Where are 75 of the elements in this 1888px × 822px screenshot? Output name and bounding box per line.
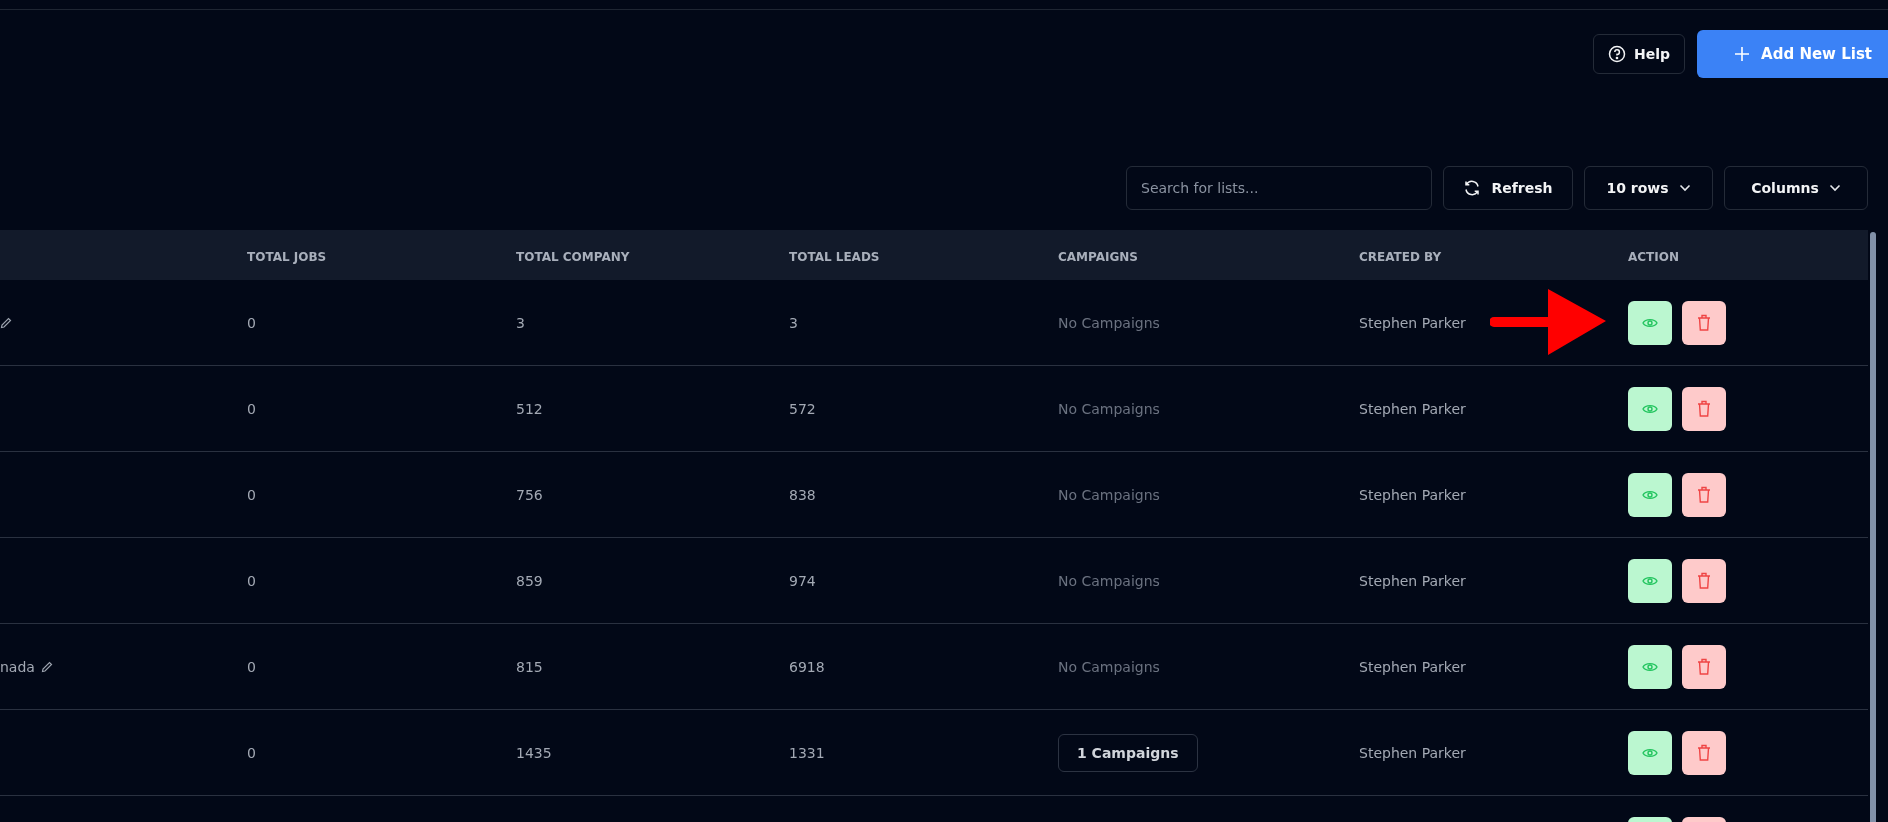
table-cell: 0 <box>247 658 256 675</box>
plus-icon <box>1735 47 1750 61</box>
table-cell: No Campaigns <box>1058 487 1160 503</box>
help-button[interactable]: Help <box>1593 34 1686 74</box>
refresh-button[interactable]: Refresh <box>1443 166 1573 210</box>
trash-icon <box>1697 486 1711 503</box>
pencil-icon[interactable] <box>40 660 53 673</box>
chevron-down-icon <box>1828 184 1841 192</box>
table-cell: No Campaigns <box>1058 401 1160 417</box>
delete-button[interactable] <box>1682 386 1726 431</box>
eye-icon <box>1642 316 1658 329</box>
view-button[interactable] <box>1628 472 1672 517</box>
table-cell: Stephen Parker <box>1359 744 1466 761</box>
table-cell: Stephen Parker <box>1359 572 1466 589</box>
campaigns-button[interactable]: 1 Campaigns <box>1058 733 1198 772</box>
search-field[interactable]: Search for lists... <box>1126 166 1432 210</box>
table-cell: Stephen Parker <box>1359 658 1466 675</box>
table-cell: Stephen Parker <box>1359 314 1466 331</box>
table-cell: 0 <box>247 400 256 417</box>
table-cell: 3 <box>789 314 798 331</box>
trash-icon <box>1697 314 1711 331</box>
column-header: TOTAL LEADS <box>789 249 880 264</box>
table-cell: 815 <box>516 658 543 675</box>
table-cell: 572 <box>789 400 816 417</box>
trash-icon <box>1697 658 1711 675</box>
table-cell: No Campaigns <box>1058 659 1160 675</box>
table-cell: 0 <box>247 572 256 589</box>
column-header: CREATED BY <box>1359 249 1442 264</box>
pencil-icon[interactable] <box>0 316 12 329</box>
table-cell: No Campaigns <box>1058 573 1160 589</box>
delete-button[interactable] <box>1682 730 1726 775</box>
table-cell: 859 <box>516 572 543 589</box>
table-cell: 512 <box>516 400 543 417</box>
scrollbar[interactable] <box>1870 232 1876 822</box>
trash-icon <box>1697 572 1711 589</box>
view-button[interactable] <box>1628 386 1672 431</box>
table-cell: 0 <box>247 486 256 503</box>
eye-icon <box>1642 402 1658 415</box>
rows-dropdown[interactable]: 10 rows <box>1584 166 1713 210</box>
delete-button[interactable] <box>1682 558 1726 603</box>
view-button[interactable] <box>1628 730 1672 775</box>
delete-button[interactable] <box>1682 644 1726 689</box>
eye-icon <box>1642 574 1658 587</box>
trash-icon <box>1697 744 1711 761</box>
table-cell: 1435 <box>516 744 552 761</box>
table-cell: No Campaigns <box>1058 315 1160 331</box>
table-cell: 0 <box>247 744 256 761</box>
refresh-icon <box>1463 179 1482 197</box>
table-cell: 1331 <box>789 744 825 761</box>
table-cell: 6918 <box>789 658 825 675</box>
delete-button[interactable] <box>1682 300 1726 345</box>
eye-icon <box>1642 488 1658 501</box>
trash-icon <box>1697 400 1711 417</box>
help-icon <box>1608 45 1627 63</box>
column-header: TOTAL COMPANY <box>516 249 630 264</box>
table-cell: 0 <box>247 314 256 331</box>
view-button[interactable] <box>1628 558 1672 603</box>
list-name: nada <box>0 658 35 675</box>
table-cell: Stephen Parker <box>1359 486 1466 503</box>
table-cell: 756 <box>516 486 543 503</box>
column-header: CAMPAIGNS <box>1058 249 1138 264</box>
delete-button[interactable] <box>1682 472 1726 517</box>
view-button[interactable] <box>1628 300 1672 345</box>
columns-dropdown[interactable]: Columns <box>1724 166 1868 210</box>
add-new-list-button[interactable]: Add New List <box>1697 30 1888 78</box>
table-cell: 3 <box>516 314 525 331</box>
table-cell: 838 <box>789 486 816 503</box>
eye-icon <box>1642 746 1658 759</box>
view-button[interactable] <box>1628 644 1672 689</box>
table-cell: 974 <box>789 572 816 589</box>
table-cell: Stephen Parker <box>1359 400 1466 417</box>
eye-icon <box>1642 660 1658 673</box>
column-header: TOTAL JOBS <box>247 249 327 264</box>
chevron-down-icon <box>1678 184 1691 192</box>
column-header: ACTION <box>1628 249 1679 264</box>
